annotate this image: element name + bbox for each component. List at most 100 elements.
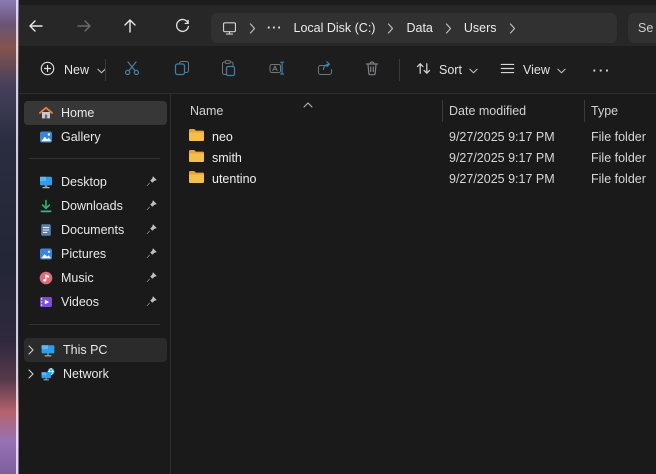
column-header-date-modified[interactable]: Date modified bbox=[442, 104, 584, 118]
share-button[interactable] bbox=[307, 54, 343, 86]
sidebar-item-gallery[interactable]: Gallery bbox=[24, 125, 167, 149]
breadcrumb-overflow[interactable]: ··· bbox=[265, 21, 285, 35]
sidebar-item-label: Documents bbox=[61, 223, 124, 237]
pin-icon bbox=[145, 223, 158, 239]
date-modified-cell: 9/27/2025 9:17 PM bbox=[442, 151, 584, 165]
sidebar-item-label: Music bbox=[61, 271, 94, 285]
file-name-cell: neo bbox=[171, 128, 442, 145]
chevron-right-icon bbox=[387, 23, 394, 34]
file-row-smith[interactable]: smith 9/27/2025 9:17 PM File folder bbox=[171, 147, 656, 168]
chevron-right-icon[interactable] bbox=[28, 369, 36, 379]
sidebar-separator bbox=[29, 158, 160, 159]
breadcrumb-data[interactable]: Data bbox=[403, 19, 435, 37]
home-icon bbox=[38, 105, 54, 121]
file-name-cell: smith bbox=[171, 149, 442, 166]
arrow-right-icon bbox=[75, 17, 93, 35]
sidebar-item-home[interactable]: Home bbox=[24, 101, 167, 125]
sidebar-separator bbox=[29, 324, 160, 325]
sort-button[interactable]: Sort bbox=[407, 54, 486, 86]
column-separator[interactable] bbox=[584, 100, 585, 122]
scissors-icon bbox=[123, 59, 141, 82]
pin-icon bbox=[145, 271, 158, 287]
paste-icon bbox=[219, 59, 237, 82]
sidebar-item-label: Desktop bbox=[61, 175, 107, 189]
back-button[interactable] bbox=[19, 10, 53, 42]
file-list-pane: Name Date modified Type neo 9/27/2025 9:… bbox=[171, 94, 656, 474]
sidebar-item-label: Network bbox=[63, 367, 109, 381]
file-name-label: utentino bbox=[212, 172, 256, 186]
arrow-left-icon bbox=[27, 17, 45, 35]
sidebar-item-videos[interactable]: Videos bbox=[24, 290, 167, 314]
share-icon bbox=[316, 59, 334, 82]
toolbar-separator bbox=[399, 59, 400, 81]
sidebar-item-label: This PC bbox=[63, 343, 107, 357]
copy-button[interactable] bbox=[164, 54, 200, 86]
picture-icon bbox=[38, 246, 54, 262]
sidebar-item-network[interactable]: Network bbox=[24, 362, 167, 386]
type-cell: File folder bbox=[584, 151, 656, 165]
trash-icon bbox=[363, 59, 381, 82]
chevron-down-icon bbox=[557, 63, 566, 77]
screenshot-root: ··· Local Disk (C:) Data Users Se bbox=[0, 0, 656, 474]
chevron-right-icon[interactable] bbox=[28, 345, 36, 355]
monitor-icon bbox=[221, 20, 238, 37]
pin-icon bbox=[145, 199, 158, 215]
arrow-up-icon bbox=[121, 17, 139, 35]
sidebar-item-label: Pictures bbox=[61, 247, 106, 261]
sidebar-item-documents[interactable]: Documents bbox=[24, 218, 167, 242]
video-film-icon bbox=[38, 294, 54, 310]
navigation-bar: ··· Local Disk (C:) Data Users Se bbox=[19, 5, 656, 46]
desktop-background-sliver bbox=[0, 0, 19, 474]
column-separator[interactable] bbox=[442, 100, 443, 122]
network-globe-icon bbox=[40, 366, 56, 382]
up-button[interactable] bbox=[113, 10, 147, 42]
gallery-icon bbox=[38, 129, 54, 145]
file-row-utentino[interactable]: utentino 9/27/2025 9:17 PM File folder bbox=[171, 168, 656, 189]
sidebar-item-this-pc[interactable]: This PC bbox=[24, 338, 167, 362]
more-options-button[interactable]: ··· bbox=[587, 54, 617, 86]
chevron-right-icon bbox=[509, 23, 516, 34]
chevron-right-icon bbox=[249, 23, 256, 34]
sidebar-item-desktop[interactable]: Desktop bbox=[24, 170, 167, 194]
list-lines-icon bbox=[499, 60, 516, 80]
sidebar-item-label: Downloads bbox=[61, 199, 123, 213]
file-name-label: neo bbox=[212, 130, 233, 144]
cut-button[interactable] bbox=[114, 54, 150, 86]
address-bar[interactable]: ··· Local Disk (C:) Data Users bbox=[211, 13, 617, 43]
paste-button[interactable] bbox=[210, 54, 246, 86]
folder-icon bbox=[188, 128, 205, 145]
pin-icon bbox=[145, 247, 158, 263]
breadcrumb-users[interactable]: Users bbox=[461, 19, 500, 37]
pin-icon bbox=[145, 295, 158, 311]
column-header-type[interactable]: Type bbox=[584, 104, 656, 118]
breadcrumb-local-disk-c[interactable]: Local Disk (C:) bbox=[291, 19, 379, 37]
new-button-label: New bbox=[64, 63, 89, 77]
sort-button-label: Sort bbox=[439, 63, 462, 77]
folder-icon bbox=[188, 170, 205, 187]
plus-circle-icon bbox=[39, 60, 56, 80]
command-toolbar: New bbox=[19, 46, 656, 94]
delete-button[interactable] bbox=[354, 54, 390, 86]
refresh-button[interactable] bbox=[165, 10, 199, 42]
type-cell: File folder bbox=[584, 172, 656, 186]
chevron-right-icon bbox=[445, 23, 452, 34]
rename-button[interactable] bbox=[259, 54, 295, 86]
sidebar-item-music[interactable]: Music bbox=[24, 266, 167, 290]
view-button[interactable]: View bbox=[491, 54, 574, 86]
refresh-icon bbox=[174, 18, 191, 35]
sidebar-item-downloads[interactable]: Downloads bbox=[24, 194, 167, 218]
music-note-icon bbox=[38, 270, 54, 286]
rename-icon bbox=[268, 59, 286, 82]
forward-button[interactable] bbox=[67, 10, 101, 42]
sidebar-item-pictures[interactable]: Pictures bbox=[24, 242, 167, 266]
sort-ascending-caret-icon bbox=[303, 95, 313, 113]
file-explorer-window: ··· Local Disk (C:) Data Users Se bbox=[19, 0, 656, 474]
new-button[interactable]: New bbox=[28, 54, 117, 86]
search-input[interactable]: Se bbox=[628, 13, 656, 43]
date-modified-cell: 9/27/2025 9:17 PM bbox=[442, 130, 584, 144]
sidebar-item-label: Gallery bbox=[61, 130, 101, 144]
date-modified-cell: 9/27/2025 9:17 PM bbox=[442, 172, 584, 186]
navigation-pane: Home Gallery Desktop bbox=[19, 94, 170, 474]
file-row-neo[interactable]: neo 9/27/2025 9:17 PM File folder bbox=[171, 126, 656, 147]
ellipsis-icon: ··· bbox=[593, 63, 612, 78]
